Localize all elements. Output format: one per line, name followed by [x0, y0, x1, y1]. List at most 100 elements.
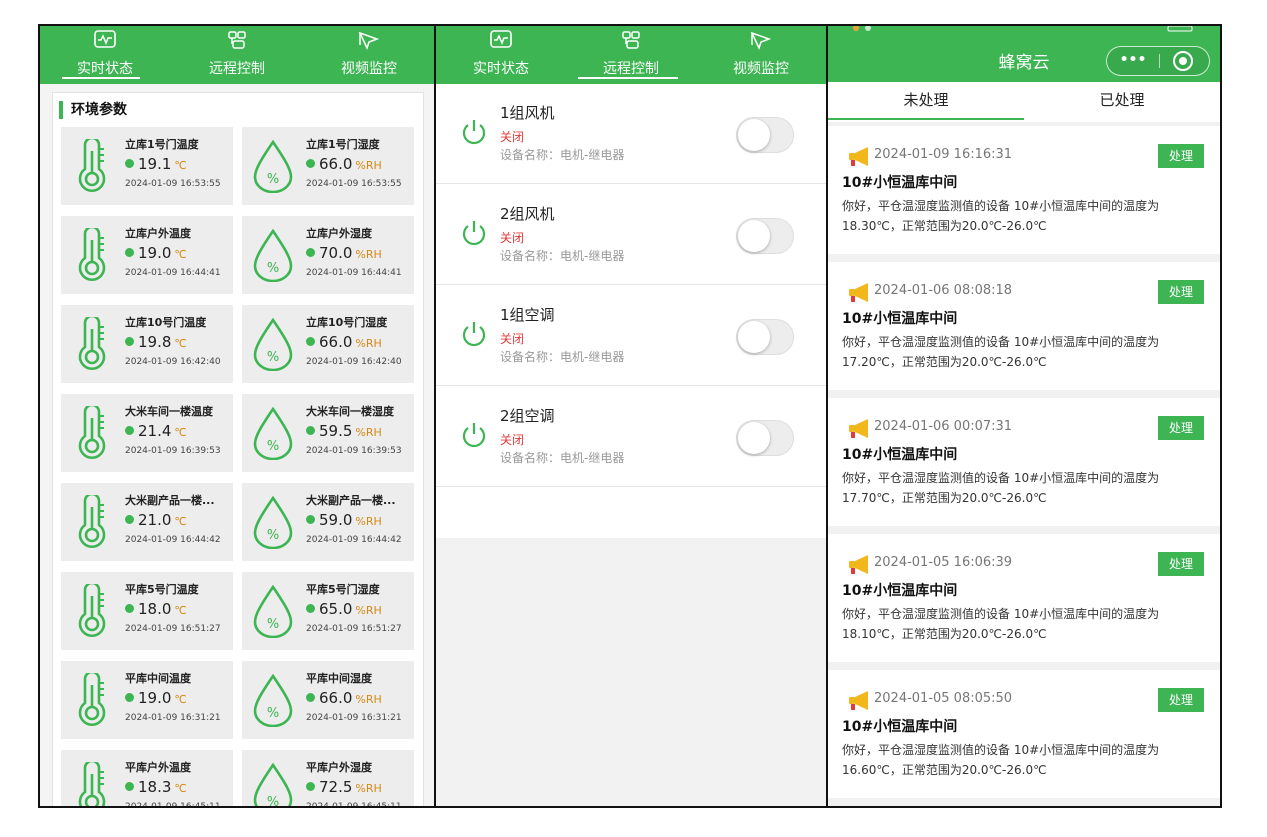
- sensor-reading: 65.0 %RH: [306, 600, 382, 618]
- alert-card: 2024-01-06 00:07:31 处理 10#小恒温库中间 你好，平仓温湿度监测…: [828, 398, 1220, 526]
- online-status-dot: [306, 248, 315, 257]
- sensor-unit: ℃: [174, 426, 187, 439]
- sensor-card[interactable]: 立库1号门温度 19.1 ℃ 2024-01-09 16:53:55: [61, 127, 233, 205]
- tab-remote-control[interactable]: 远程控制: [172, 26, 302, 84]
- tab-label: 远程控制: [209, 61, 265, 77]
- process-button[interactable]: 处理: [1158, 688, 1204, 712]
- tab-remote-control[interactable]: 远程控制: [566, 26, 696, 84]
- thermometer-icon: [71, 225, 113, 282]
- thermometer-icon: [71, 581, 113, 638]
- svg-text:%: %: [267, 706, 279, 721]
- top-nav: 实时状态 远程控制 视频监控: [40, 26, 434, 84]
- alert-message: 你好，平仓温湿度监测值的设备 10#小恒温库中间的温度为18.30℃，正常范围为…: [842, 199, 1160, 233]
- tab-realtime-status[interactable]: 实时状态: [436, 26, 566, 84]
- alert-title: 10#小恒温库中间: [842, 719, 958, 735]
- sensor-card[interactable]: 立库10号门温度 19.8 ℃ 2024-01-09 16:42:40: [61, 305, 233, 383]
- device-list: 1组风机 关闭 设备名称：电机-继电器 2组风机 关闭 设备名称：电机-继电器 1组空调 关闭…: [436, 84, 826, 538]
- online-status-dot: [125, 337, 134, 346]
- alert-message: 你好，平仓温湿度监测值的设备 10#小恒温库中间的温度为17.70℃，正常范围为…: [842, 471, 1160, 505]
- device-row: 1组空调 关闭 设备名称：电机-继电器: [436, 286, 826, 386]
- sensor-value: 66.0: [319, 155, 353, 173]
- device-switch[interactable]: [736, 218, 794, 254]
- sensor-unit: %RH: [355, 693, 382, 706]
- humidity-drop-icon: %: [252, 317, 294, 372]
- tab-video-monitor[interactable]: 视频监控: [696, 26, 826, 84]
- sensor-card[interactable]: 大米副产品一楼... 21.0 ℃ 2024-01-09 16:44:42: [61, 483, 233, 561]
- sensor-unit: %RH: [355, 426, 382, 439]
- sensor-card[interactable]: 立库户外温度 19.0 ℃ 2024-01-09 16:44:41: [61, 216, 233, 294]
- sensor-value: 59.5: [319, 422, 353, 440]
- device-switch[interactable]: [736, 117, 794, 153]
- sensor-card[interactable]: % 立库1号门湿度 66.0 %RH 2024-01-09 16:53:55: [242, 127, 414, 205]
- switch-knob: [738, 321, 770, 353]
- tab-realtime-status[interactable]: 实时状态: [40, 26, 170, 84]
- device-description: 设备名称：电机-继电器: [500, 148, 625, 162]
- process-button[interactable]: 处理: [1158, 280, 1204, 304]
- sensor-title: 平库中间温度: [125, 672, 191, 685]
- sensor-unit: ℃: [174, 693, 187, 706]
- sensor-title: 立库1号门湿度: [306, 138, 380, 151]
- sensor-reading: 66.0 %RH: [306, 689, 382, 707]
- process-button[interactable]: 处理: [1158, 144, 1204, 168]
- thermometer-icon: [78, 670, 106, 726]
- humidity-drop-icon: %: [253, 584, 293, 639]
- tab-video-monitor[interactable]: 视频监控: [304, 26, 434, 84]
- sensor-card[interactable]: 平库中间温度 19.0 ℃ 2024-01-09 16:31:21: [61, 661, 233, 739]
- sensor-timestamp: 2024-01-09 16:44:41: [125, 268, 221, 278]
- sensor-card[interactable]: 平库5号门温度 18.0 ℃ 2024-01-09 16:51:27: [61, 572, 233, 650]
- sensor-card[interactable]: % 大米车间一楼湿度 59.5 %RH 2024-01-09 16:39:53: [242, 394, 414, 472]
- sensor-card[interactable]: 大米车间一楼温度 21.4 ℃ 2024-01-09 16:39:53: [61, 394, 233, 472]
- humidity-drop-icon: %: [252, 139, 294, 194]
- sensor-value: 19.0: [138, 689, 172, 707]
- humidity-drop-icon: %: [252, 495, 294, 550]
- humidity-drop-icon: %: [252, 228, 294, 283]
- online-status-dot: [306, 515, 315, 524]
- tab-processed[interactable]: 已处理: [1024, 82, 1220, 122]
- active-tab-indicator: [62, 77, 140, 79]
- humidity-drop-icon: %: [252, 673, 294, 728]
- more-icon[interactable]: •••: [1107, 47, 1159, 75]
- sensor-card[interactable]: % 立库10号门湿度 66.0 %RH 2024-01-09 16:42:40: [242, 305, 414, 383]
- process-button[interactable]: 处理: [1158, 552, 1204, 576]
- sensor-card[interactable]: % 大米副产品一楼... 59.0 %RH 2024-01-09 16:44:42: [242, 483, 414, 561]
- sensor-card[interactable]: % 平库中间湿度 66.0 %RH 2024-01-09 16:31:21: [242, 661, 414, 739]
- sensor-timestamp: 2024-01-09 16:39:53: [125, 446, 221, 456]
- process-button[interactable]: 处理: [1158, 416, 1204, 440]
- alert-message: 你好，平仓温湿度监测值的设备 10#小恒温库中间的温度为17.20℃，正常范围为…: [842, 335, 1160, 369]
- device-switch[interactable]: [736, 319, 794, 355]
- sensor-title: 平库户外温度: [125, 761, 191, 774]
- power-icon: [462, 322, 486, 347]
- sensor-card[interactable]: % 平库5号门湿度 65.0 %RH 2024-01-09 16:51:27: [242, 572, 414, 650]
- capsule-divider: [1159, 54, 1160, 68]
- device-state: 关闭: [500, 433, 525, 447]
- sensor-timestamp: 2024-01-09 16:45:11: [306, 802, 402, 808]
- thermometer-icon: [78, 314, 106, 370]
- svg-text:%: %: [267, 617, 279, 632]
- sensor-card[interactable]: 平库户外温度 18.3 ℃ 2024-01-09 16:45:11: [61, 750, 233, 806]
- alert-title: 10#小恒温库中间: [842, 583, 958, 599]
- device-state: 关闭: [500, 332, 525, 346]
- sensor-title: 大米副产品一楼...: [306, 494, 396, 507]
- sensor-value: 66.0: [319, 689, 353, 707]
- device-switch[interactable]: [736, 420, 794, 456]
- svg-text:%: %: [267, 172, 279, 187]
- sensor-card[interactable]: % 立库户外湿度 70.0 %RH 2024-01-09 16:44:41: [242, 216, 414, 294]
- svg-text:%: %: [267, 795, 279, 808]
- realtime-status-panel: 实时状态 远程控制 视频监控 环境参数 立库1号门温度 19.1 ℃ 2024-01-…: [38, 24, 436, 808]
- tab-unprocessed[interactable]: 未处理: [828, 82, 1024, 122]
- tab-label: 视频监控: [341, 61, 397, 77]
- sensor-reading: 59.0 %RH: [306, 511, 382, 529]
- sensor-unit: ℃: [174, 604, 187, 617]
- sensor-unit: %RH: [355, 782, 382, 795]
- sensor-timestamp: 2024-01-09 16:53:55: [125, 179, 221, 189]
- sensor-reading: 59.5 %RH: [306, 422, 382, 440]
- sensor-timestamp: 2024-01-09 16:44:41: [306, 268, 402, 278]
- online-status-dot: [306, 337, 315, 346]
- close-target-icon[interactable]: [1173, 51, 1193, 71]
- humidity-drop-icon: %: [252, 762, 294, 808]
- sensor-title: 立库10号门湿度: [306, 316, 388, 329]
- device-name: 1组空调: [500, 306, 555, 324]
- humidity-drop-icon: %: [253, 317, 293, 372]
- online-status-dot: [125, 248, 134, 257]
- sensor-card[interactable]: % 平库户外湿度 72.5 %RH 2024-01-09 16:45:11: [242, 750, 414, 808]
